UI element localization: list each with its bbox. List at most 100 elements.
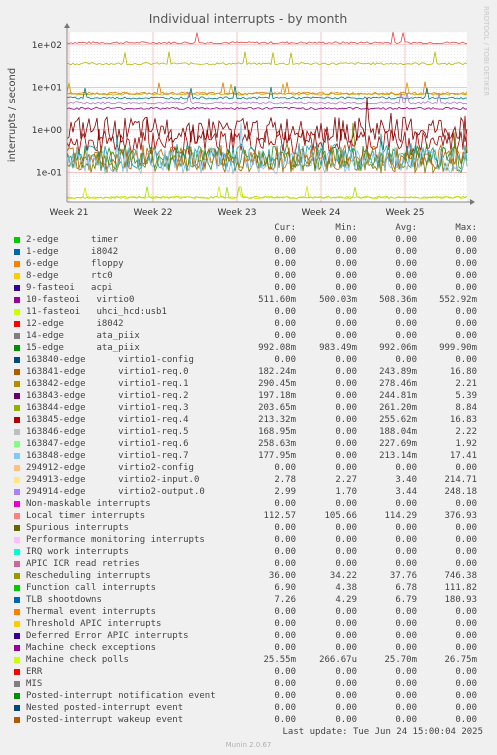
legend-max-value: 8.84 bbox=[455, 403, 477, 413]
legend-name: 163847-edge virtio1-req.6 bbox=[26, 439, 189, 449]
legend-max-value: 0.00 bbox=[455, 643, 477, 653]
legend-name: Thermal event interrupts bbox=[26, 607, 157, 617]
legend-swatch bbox=[14, 345, 20, 351]
legend-cur-value: 0.00 bbox=[274, 667, 296, 677]
legend-row: 294914-edge virtio2-output.0 2.99 1.70 3.44… bbox=[0, 486, 497, 498]
legend-min-value: 0.00 bbox=[335, 523, 357, 533]
legend-min-value: 0.00 bbox=[335, 247, 357, 257]
legend-min-value: 0.00 bbox=[335, 403, 357, 413]
legend-cur-value: 0.00 bbox=[274, 463, 296, 473]
legend-swatch bbox=[14, 705, 20, 711]
legend-avg-value: 992.06m bbox=[379, 343, 417, 353]
legend-avg-value: 3.40 bbox=[395, 475, 417, 485]
legend-avg-value: 0.00 bbox=[395, 715, 417, 725]
legend-swatch bbox=[14, 561, 20, 567]
legend-cur-value: 0.00 bbox=[274, 631, 296, 641]
legend-cur-value: 0.00 bbox=[274, 235, 296, 245]
legend-avg-value: 0.00 bbox=[395, 463, 417, 473]
x-tick-label: Week 23 bbox=[218, 208, 257, 218]
legend-cur-value: 0.00 bbox=[274, 619, 296, 629]
legend-swatch bbox=[14, 645, 20, 651]
legend-max-value: 0.00 bbox=[455, 355, 477, 365]
x-tick-label: Week 22 bbox=[134, 208, 173, 218]
legend-min-value: 0.00 bbox=[335, 547, 357, 557]
legend-name: 163842-edge virtio1-req.1 bbox=[26, 379, 189, 389]
legend-swatch bbox=[14, 609, 20, 615]
legend-max-value: 0.00 bbox=[455, 283, 477, 293]
legend-cur-value: 0.00 bbox=[274, 331, 296, 341]
legend-max-value: 0.00 bbox=[455, 235, 477, 245]
legend-max-value: 1.92 bbox=[455, 439, 477, 449]
legend-swatch bbox=[14, 573, 20, 579]
legend-row: Threshold APIC interrupts 0.00 0.00 0.00 0.0… bbox=[0, 618, 497, 630]
legend-max-value: 0.00 bbox=[455, 631, 477, 641]
legend-name: IRQ work interrupts bbox=[26, 547, 129, 557]
legend-avg-value: 0.00 bbox=[395, 667, 417, 677]
legend-min-value: 0.00 bbox=[335, 367, 357, 377]
x-tick-label: Week 25 bbox=[386, 208, 425, 218]
legend-swatch bbox=[14, 441, 20, 447]
legend-max-value: 0.00 bbox=[455, 463, 477, 473]
legend-name: 163848-edge virtio1-req.7 bbox=[26, 451, 189, 461]
legend-swatch bbox=[14, 309, 20, 315]
x-tick-label: Week 24 bbox=[302, 208, 341, 218]
legend-cur-value: 112.57 bbox=[263, 511, 296, 521]
legend-max-value: 17.41 bbox=[449, 451, 477, 461]
legend-swatch bbox=[14, 369, 20, 375]
version-label: Munin 2.0.67 bbox=[225, 741, 272, 749]
legend-min-value: 0.00 bbox=[335, 271, 357, 281]
legend-name: 163843-edge virtio1-req.2 bbox=[26, 391, 189, 401]
legend-name: 14-edge ata_piix bbox=[26, 331, 140, 341]
legend-row: 163842-edge virtio1-req.1 290.45m 0.00 278.… bbox=[0, 378, 497, 390]
legend-max-value: 0.00 bbox=[455, 559, 477, 569]
legend-max-value: 0.00 bbox=[455, 331, 477, 341]
legend-row: 10-fasteoi virtio0 511.60m 500.03m 508.36m 5… bbox=[0, 294, 497, 306]
legend-max-value: 0.00 bbox=[455, 499, 477, 509]
legend-name: Spurious interrupts bbox=[26, 523, 129, 533]
legend-avg-value: 0.00 bbox=[395, 631, 417, 641]
legend-name: 1-edge i8042 bbox=[26, 247, 119, 257]
legend-min-value: 0.00 bbox=[335, 703, 357, 713]
legend-cur-value: 290.45m bbox=[258, 379, 296, 389]
legend-max-value: 0.00 bbox=[455, 319, 477, 329]
legend-avg-value: 255.62m bbox=[379, 415, 417, 425]
legend-swatch bbox=[14, 693, 20, 699]
legend-min-value: 0.00 bbox=[335, 451, 357, 461]
legend-avg-value: 0.00 bbox=[395, 259, 417, 269]
legend-min-value: 0.00 bbox=[335, 427, 357, 437]
legend-swatch bbox=[14, 717, 20, 723]
legend-cur-value: 213.32m bbox=[258, 415, 296, 425]
legend-min-value: 0.00 bbox=[335, 391, 357, 401]
legend-name: Rescheduling interrupts bbox=[26, 571, 151, 581]
legend-avg-value: 227.69m bbox=[379, 439, 417, 449]
legend-swatch bbox=[14, 657, 20, 663]
legend-avg-value: 0.00 bbox=[395, 235, 417, 245]
legend-min-value: 983.49m bbox=[319, 343, 357, 353]
legend-min-value: 0.00 bbox=[335, 283, 357, 293]
legend-row: 294912-edge virtio2-config 0.00 0.00 0.00 0.… bbox=[0, 462, 497, 474]
legend-avg-value: 213.14m bbox=[379, 451, 417, 461]
legend-swatch bbox=[14, 585, 20, 591]
legend-row: 294913-edge virtio2-input.0 2.78 2.27 3.40 2… bbox=[0, 474, 497, 486]
legend-min-value: 0.00 bbox=[335, 619, 357, 629]
legend-name: APIC ICR read retries bbox=[26, 559, 140, 569]
header-avg: Avg: bbox=[395, 223, 417, 233]
legend-swatch bbox=[14, 549, 20, 555]
legend-min-value: 500.03m bbox=[319, 295, 357, 305]
legend-avg-value: 0.00 bbox=[395, 499, 417, 509]
chart: Individual interrupts - by month interru… bbox=[7, 6, 490, 218]
chart-title: Individual interrupts - by month bbox=[149, 11, 348, 26]
legend-row: 163845-edge virtio1-req.4 213.32m 0.00 255.… bbox=[0, 414, 497, 426]
legend-min-value: 0.00 bbox=[335, 691, 357, 701]
legend-row: 11-fasteoi uhci_hcd:usb1 0.00 0.00 0.00 0.00 bbox=[0, 306, 497, 318]
legend-cur-value: 0.00 bbox=[274, 355, 296, 365]
legend-name: 163841-edge virtio1-req.0 bbox=[26, 367, 189, 377]
legend-name: 163845-edge virtio1-req.4 bbox=[26, 415, 189, 425]
legend-row: Performance monitoring interrupts 0.00 0.0… bbox=[0, 534, 497, 546]
legend-max-value: 999.90m bbox=[439, 343, 477, 353]
legend-min-value: 0.00 bbox=[335, 499, 357, 509]
header-cur: Cur: bbox=[274, 223, 296, 233]
legend-swatch bbox=[14, 621, 20, 627]
legend-row: 9-fasteoi acpi 0.00 0.00 0.00 0.00 bbox=[0, 282, 497, 294]
legend-min-value: 0.00 bbox=[335, 535, 357, 545]
